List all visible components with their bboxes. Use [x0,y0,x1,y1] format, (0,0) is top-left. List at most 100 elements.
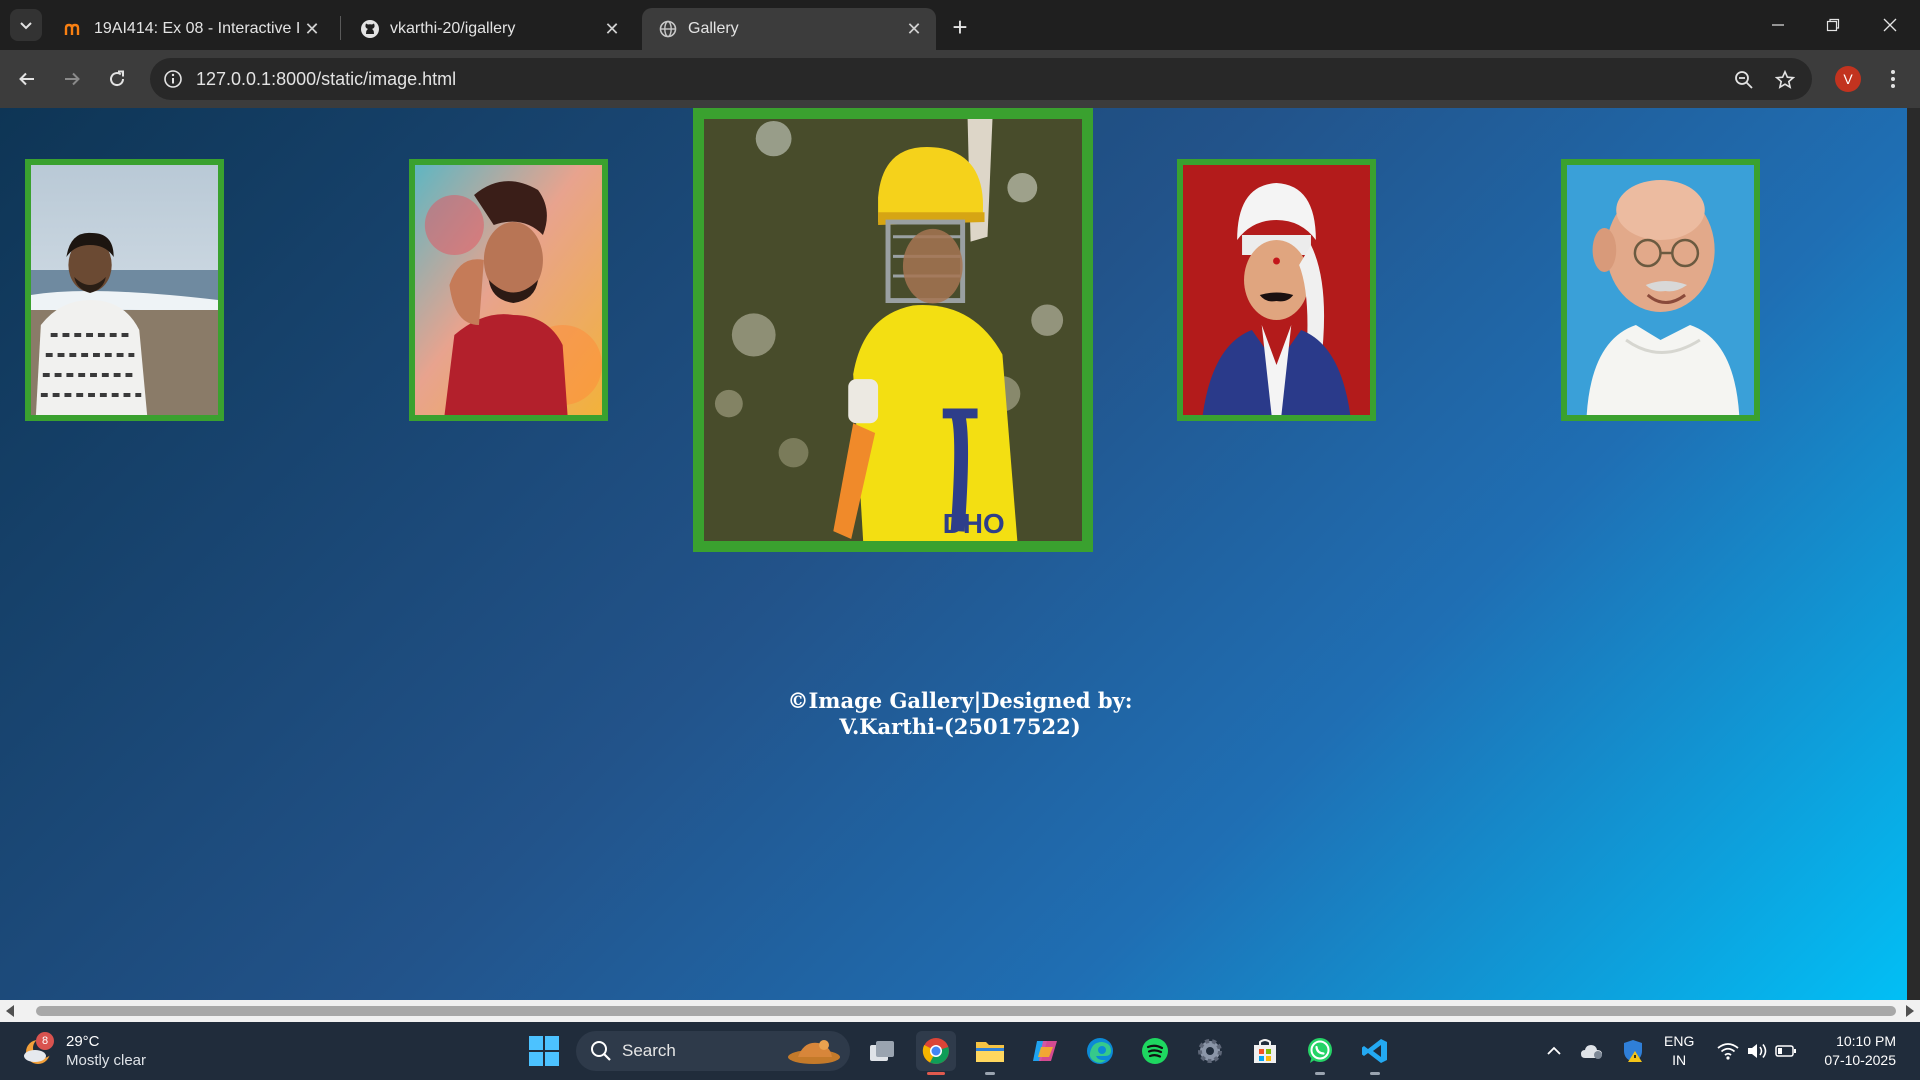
close-icon[interactable]: ✕ [300,17,324,41]
weather-widget[interactable]: 8 29°C Mostly clear [22,1030,146,1072]
running-indicator [985,1072,995,1075]
new-tab-button[interactable]: + [946,12,974,42]
url-text[interactable]: 127.0.0.1:8000/static/image.html [196,69,456,90]
clock-date: 07-10-2025 [1824,1052,1896,1068]
minimize-icon [1772,24,1784,26]
chevron-up-icon [1547,1046,1561,1055]
tab-search-button[interactable] [10,9,42,41]
taskbar-search[interactable]: Search [576,1031,850,1071]
copilot-icon [1033,1041,1057,1061]
tab-gallery[interactable]: Gallery ✕ [642,8,936,50]
store-icon [1254,1039,1276,1063]
photo-beach-selfie [31,165,218,415]
browser-menu-button[interactable] [1878,64,1908,94]
weather-moon-cloud-icon: 8 [22,1032,56,1068]
volume-icon[interactable] [1745,1039,1769,1063]
close-icon[interactable]: ✕ [902,17,926,41]
wifi-icon[interactable] [1716,1039,1740,1063]
battery-icon[interactable] [1774,1039,1798,1063]
gallery-image-4[interactable] [1177,159,1376,421]
horizontal-scrollbar[interactable] [0,1000,1920,1022]
page-viewport: DHO ©Image Gallery|Designed by: V.Karthi… [0,108,1907,1000]
gallery-image-3[interactable]: DHO [693,108,1093,552]
running-indicator [1370,1072,1380,1075]
scroll-right-arrow-icon[interactable] [1906,1005,1914,1017]
language-indicator[interactable]: ENG IN [1664,1032,1694,1070]
footer-line-1: ©Image Gallery|Designed by: [787,688,1133,713]
browser-toolbar: 127.0.0.1:8000/static/image.html V [0,50,1920,108]
microsoft-store-button[interactable] [1245,1031,1285,1071]
restore-icon [1826,18,1840,32]
spotify-icon [1142,1038,1168,1064]
chevron-down-icon [20,22,32,30]
bookmark-star-icon[interactable] [1771,66,1799,94]
address-bar[interactable]: 127.0.0.1:8000/static/image.html [150,58,1812,100]
forward-button[interactable] [55,62,89,96]
whatsapp-button[interactable] [1300,1031,1340,1075]
globe-icon [658,19,678,39]
footer-line-2: V.Karthi-(25017522) [839,714,1081,739]
reload-icon [110,70,125,87]
tab-separator [340,16,341,40]
svg-text:DHO: DHO [943,508,1005,539]
close-icon[interactable]: ✕ [600,17,624,41]
tab-github[interactable]: vkarthi-20/igallery ✕ [344,8,634,50]
tab-bar: 19AI414: Ex 08 - Interactive Ima ✕ vkart… [0,0,1920,50]
file-explorer-button[interactable] [970,1031,1010,1075]
back-button[interactable] [10,62,44,96]
zoom-icon[interactable] [1730,66,1758,94]
tab-title: vkarthi-20/igallery [390,20,516,37]
scrollbar-thumb[interactable] [36,1006,1896,1016]
photo-gandhi-portrait [1567,165,1754,415]
tab-title: Gallery [688,20,739,37]
weather-desc: Mostly clear [66,1052,147,1069]
task-view-button[interactable] [862,1031,902,1071]
edge-button[interactable] [1080,1031,1120,1071]
footer-credit: ©Image Gallery|Designed by: V.Karthi-(25… [0,688,1907,740]
photo-poet-turban-portrait [1183,165,1370,415]
lang-line-1: ENG [1664,1033,1695,1049]
site-info-icon[interactable] [160,66,186,92]
running-indicator [1315,1072,1325,1075]
show-hidden-icons-button[interactable] [1542,1039,1566,1063]
onedrive-icon[interactable] [1580,1039,1604,1063]
minimize-button[interactable] [1758,8,1798,42]
scroll-left-arrow-icon[interactable] [6,1005,14,1017]
arrow-left-icon [19,72,34,86]
system-clock[interactable]: 10:10 PM 07-10-2025 [1812,1032,1896,1070]
profile-avatar[interactable]: V [1835,66,1861,92]
photo-actor-portrait [415,165,602,415]
window-close-button[interactable] [1870,8,1910,42]
arrow-right-icon [65,72,80,86]
weather-badge: 8 [36,1032,54,1050]
photo-cricketer-yellow-jersey: DHO [704,119,1082,541]
whatsapp-icon [1308,1038,1332,1063]
start-button[interactable] [528,1035,560,1067]
gallery-image-5[interactable] [1561,159,1760,421]
search-icon [591,1041,611,1061]
reload-button[interactable] [100,62,134,96]
chrome-icon [922,1038,949,1064]
gear-icon [1198,1039,1222,1063]
moodle-icon [64,19,84,39]
gallery-image-1[interactable] [25,159,224,421]
restore-button[interactable] [1813,8,1853,42]
folder-icon [976,1042,1004,1062]
chrome-taskbar-button[interactable] [916,1031,956,1075]
tab-moodle[interactable]: 19AI414: Ex 08 - Interactive Ima ✕ [48,8,334,50]
close-icon [1883,18,1897,32]
vertical-scrollbar[interactable] [1907,108,1920,1000]
copilot-button[interactable] [1025,1031,1065,1071]
weather-temp: 29°C [66,1033,100,1050]
vscode-button[interactable] [1355,1031,1395,1075]
windows-logo-icon [529,1036,559,1066]
settings-button[interactable] [1190,1031,1230,1071]
gallery-image-2[interactable] [409,159,608,421]
github-icon [360,19,380,39]
active-indicator [927,1072,945,1075]
spotify-button[interactable] [1135,1031,1175,1071]
security-shield-icon[interactable] [1621,1039,1645,1063]
search-label: Search [622,1041,676,1060]
vscode-icon [1362,1039,1387,1063]
clock-time: 10:10 PM [1836,1033,1896,1049]
